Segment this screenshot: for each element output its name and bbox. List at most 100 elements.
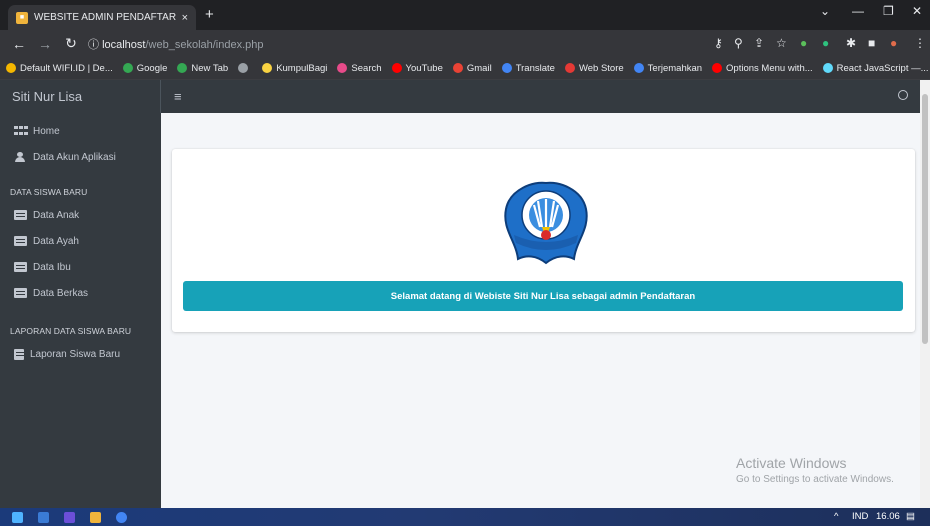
sidebar-item-data-anak[interactable]: Data Anak bbox=[0, 204, 161, 226]
taskbar-app-icon[interactable] bbox=[90, 512, 101, 523]
top-navbar: Siti Nur Lisa ≡ bbox=[0, 80, 920, 113]
address-bar[interactable]: ⓘ localhost/web_sekolah/index.php bbox=[88, 36, 264, 52]
windows-taskbar: ^ IND 16.06 ▤ bbox=[0, 508, 930, 526]
file-explorer-icon[interactable] bbox=[38, 512, 49, 523]
bookmark-label: YouTube bbox=[405, 62, 443, 74]
sidebar-item-label: Data Ibu bbox=[33, 261, 71, 273]
chrome-icon[interactable] bbox=[116, 512, 127, 523]
menu-kebab-icon[interactable]: ⋮ bbox=[914, 36, 926, 50]
notification-icon[interactable]: ▤ bbox=[906, 511, 915, 522]
tab-title: WEBSITE ADMIN PENDAFTARAN bbox=[34, 12, 176, 23]
sidebar-item-data-ayah[interactable]: Data Ayah bbox=[0, 230, 161, 252]
forward-icon[interactable]: → bbox=[38, 36, 52, 52]
id-card-icon bbox=[14, 288, 27, 298]
sidebar-item-data-berkas[interactable]: Data Berkas bbox=[0, 282, 161, 304]
bookmark-favicon-icon bbox=[122, 63, 133, 73]
bookmark-favicon-icon bbox=[452, 63, 463, 73]
sidebar-item-data-ibu[interactable]: Data Ibu bbox=[0, 256, 161, 278]
bookmarks-bar: Default WIFI.ID | De... Google New Tab Kump… bbox=[0, 57, 930, 80]
bookmark-favicon-icon bbox=[564, 63, 575, 73]
bookmark-favicon-icon bbox=[6, 63, 16, 73]
profile-avatar-icon[interactable]: ● bbox=[890, 36, 897, 50]
bookmark-item[interactable]: Gmail bbox=[452, 62, 492, 74]
sidebar-header-laporan: LAPORAN DATA SISWA BARU bbox=[10, 326, 132, 336]
bookmark-item[interactable]: Default WIFI.ID | De... bbox=[6, 63, 113, 74]
bookmark-item[interactable]: Search bbox=[337, 62, 382, 74]
bookmark-label: Options Menu with... bbox=[726, 62, 813, 74]
bookmark-favicon-icon bbox=[238, 63, 249, 73]
bookmark-label: Web Store bbox=[578, 62, 624, 74]
page-scrollbar[interactable] bbox=[920, 80, 930, 508]
bookmark-favicon-icon bbox=[633, 63, 644, 73]
close-window-icon[interactable]: ✕ bbox=[912, 4, 922, 18]
welcome-banner: Selamat datang di Webiste Siti Nur Lisa … bbox=[183, 281, 903, 311]
bookmark-star-icon[interactable]: ☆ bbox=[776, 36, 787, 50]
bookmark-item[interactable]: KumpulBagi bbox=[262, 63, 327, 74]
sidepanel-icon[interactable]: ■ bbox=[868, 36, 875, 50]
clock[interactable]: 16.06 bbox=[876, 511, 900, 522]
bookmark-label: Google bbox=[136, 62, 168, 74]
bookmark-item[interactable]: Google bbox=[122, 62, 168, 74]
windows-start-icon[interactable] bbox=[12, 512, 23, 523]
bookmark-favicon-icon bbox=[712, 63, 723, 73]
grid-icon bbox=[14, 126, 28, 136]
bookmark-item[interactable]: Translate bbox=[501, 63, 555, 74]
bookmark-favicon-icon bbox=[337, 63, 348, 73]
bookmark-item[interactable] bbox=[238, 63, 252, 73]
sidebar: Home Data Akun Aplikasi DATA SISWA BARU … bbox=[0, 113, 161, 508]
reload-icon[interactable]: ↻ bbox=[64, 35, 78, 52]
sidebar-item-data-akun-aplikasi[interactable]: Data Akun Aplikasi bbox=[0, 146, 161, 168]
extension-icon[interactable]: ● bbox=[822, 36, 829, 50]
bookmark-item[interactable]: New Tab bbox=[177, 63, 228, 74]
admin-app: Siti Nur Lisa ≡ Home Data Akun Aplikasi … bbox=[0, 80, 930, 508]
tab-favicon-icon: ■ bbox=[16, 11, 28, 24]
share-icon[interactable]: ⇪ bbox=[754, 36, 764, 50]
bookmark-label: Gmail bbox=[466, 62, 492, 74]
zoom-icon[interactable]: ⚲ bbox=[734, 36, 743, 50]
url-host: localhost bbox=[102, 39, 146, 51]
bookmark-item[interactable]: React JavaScript —... bbox=[822, 63, 929, 74]
tray-chevron-icon[interactable]: ^ bbox=[834, 511, 838, 522]
extension-icon[interactable]: ● bbox=[800, 36, 807, 50]
sidebar-item-label: Data Berkas bbox=[33, 287, 89, 299]
sidebar-item-label: Data Akun Aplikasi bbox=[33, 151, 116, 163]
taskbar-app-icon[interactable] bbox=[64, 512, 75, 523]
id-card-icon bbox=[14, 236, 27, 246]
user-icon bbox=[14, 152, 27, 162]
watermark-subtitle: Go to Settings to activate Windows. bbox=[736, 474, 894, 485]
sidebar-item-label: Home bbox=[33, 125, 60, 137]
scrollbar-thumb[interactable] bbox=[922, 94, 928, 344]
bookmark-item[interactable]: Web Store bbox=[564, 62, 624, 74]
sidebar-item-label: Data Ayah bbox=[33, 235, 79, 247]
id-card-icon bbox=[14, 262, 27, 272]
sidebar-header-data-siswa-baru: DATA SISWA BARU bbox=[10, 187, 88, 197]
brand-name[interactable]: Siti Nur Lisa bbox=[0, 80, 161, 113]
sidebar-item-label: Data Anak bbox=[33, 209, 80, 221]
bookmark-label: Default WIFI.ID | De... bbox=[20, 62, 113, 74]
sidebar-item-home[interactable]: Home bbox=[0, 120, 161, 142]
sidebar-item-laporan-siswa-baru[interactable]: Laporan Siswa Baru bbox=[0, 343, 161, 365]
browser-tab-strip: ■ WEBSITE ADMIN PENDAFTARAN × + ⌄ — ❐ ✕ bbox=[0, 0, 930, 30]
bookmark-favicon-icon bbox=[391, 63, 402, 73]
extensions-puzzle-icon[interactable]: ✱ bbox=[846, 36, 856, 50]
info-icon[interactable]: ⓘ bbox=[88, 39, 99, 51]
minimize-icon[interactable]: — bbox=[852, 4, 864, 18]
new-tab-icon[interactable]: + bbox=[205, 6, 214, 23]
back-icon[interactable]: ← bbox=[12, 36, 26, 52]
key-icon[interactable]: ⚷ bbox=[714, 36, 723, 50]
hamburger-menu-icon[interactable]: ≡ bbox=[174, 89, 182, 104]
tab-close-icon[interactable]: × bbox=[182, 12, 188, 24]
watermark-title: Activate Windows bbox=[736, 455, 847, 471]
tab-search-icon[interactable]: ⌄ bbox=[820, 4, 830, 18]
bookmark-favicon-icon bbox=[822, 63, 833, 73]
bookmark-label: Search bbox=[351, 62, 382, 74]
file-icon bbox=[14, 348, 25, 360]
control-sidebar-icon[interactable] bbox=[898, 90, 908, 100]
language-indicator[interactable]: IND bbox=[852, 511, 868, 522]
browser-tab[interactable]: ■ WEBSITE ADMIN PENDAFTARAN × bbox=[8, 5, 196, 30]
bookmark-item[interactable]: Options Menu with... bbox=[712, 63, 813, 74]
bookmark-item[interactable]: Terjemahkan bbox=[633, 63, 702, 74]
bookmark-item[interactable]: YouTube bbox=[391, 62, 443, 74]
restore-icon[interactable]: ❐ bbox=[883, 4, 894, 18]
welcome-card: Selamat datang di Webiste Siti Nur Lisa … bbox=[172, 149, 915, 332]
